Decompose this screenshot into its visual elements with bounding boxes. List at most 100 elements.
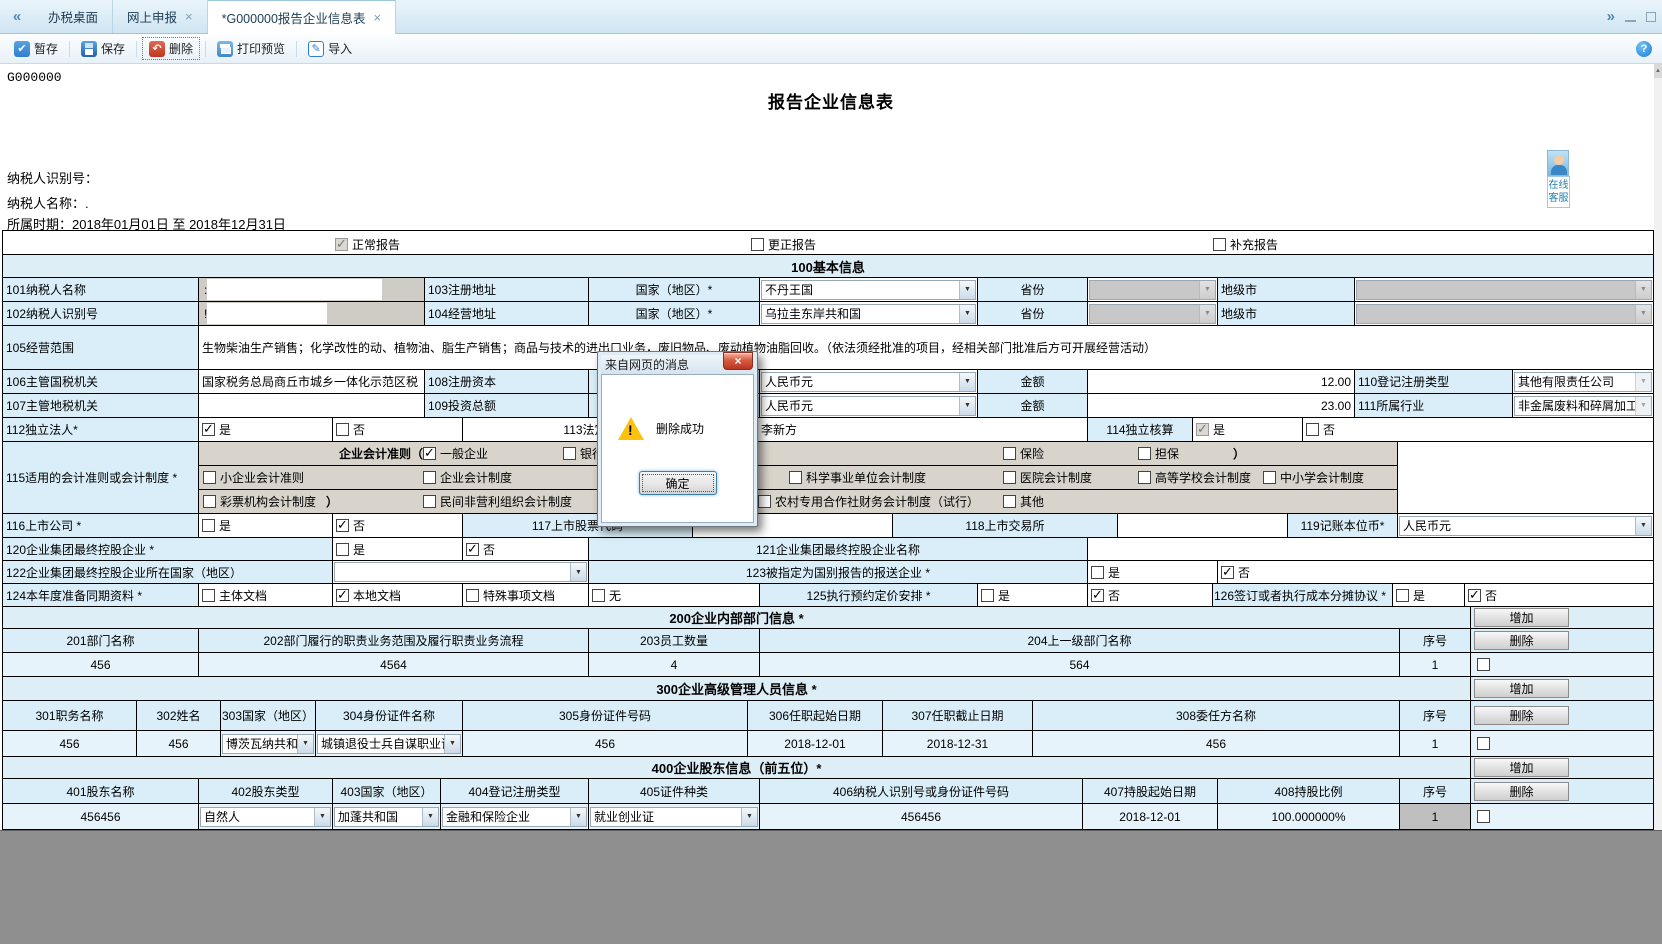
- dropdown-arrow-icon[interactable]: ▼: [959, 373, 975, 391]
- delete-rows-button[interactable]: 删除: [1474, 782, 1569, 801]
- option-small-enterprise-standard[interactable]: 小企业会计准则: [199, 469, 423, 486]
- field-107-value[interactable]: [199, 394, 425, 417]
- dialog-close-icon[interactable]: ×: [723, 352, 753, 370]
- dropdown-arrow-icon[interactable]: ▼: [570, 808, 586, 826]
- option-guarantee[interactable]: 担保: [1138, 445, 1233, 462]
- dropdown-arrow-icon[interactable]: ▼: [959, 281, 975, 299]
- dropdown-arrow-icon[interactable]: ▼: [422, 808, 438, 826]
- cell-306[interactable]: 2018-12-01: [748, 731, 883, 756]
- add-row-button[interactable]: 增加: [1474, 679, 1569, 698]
- close-tab-icon[interactable]: ×: [373, 10, 381, 25]
- report-normal-option[interactable]: 正常报告: [335, 236, 400, 253]
- field-106-value[interactable]: 国家税务总局商丘市城乡一体化示范区税: [199, 370, 425, 393]
- tab-online-filing[interactable]: 网上申报×: [113, 0, 208, 33]
- field-114-no[interactable]: 否: [1303, 418, 1653, 441]
- import-button[interactable]: ✎导入: [302, 38, 358, 59]
- cell-308[interactable]: 456: [1033, 731, 1400, 756]
- minimize-icon[interactable]: [1625, 11, 1636, 22]
- tabs-scroll-right-icon[interactable]: »: [1607, 8, 1615, 25]
- cell-406[interactable]: 456456: [760, 804, 1083, 829]
- cell-408[interactable]: 100.000000%: [1218, 804, 1400, 829]
- cell-204[interactable]: 564: [760, 653, 1400, 676]
- dialog-ok-button[interactable]: 确定: [639, 471, 717, 495]
- country-select[interactable]: 乌拉圭东岸共和国▼: [761, 304, 976, 324]
- option-insurance[interactable]: 保险: [1003, 445, 1138, 462]
- field-120-no[interactable]: 否: [463, 538, 589, 560]
- dropdown-arrow-icon[interactable]: ▼: [741, 808, 757, 826]
- shareholder-type-select[interactable]: 自然人▼: [200, 807, 331, 827]
- option-none[interactable]: 无: [589, 584, 760, 606]
- dropdown-arrow-icon[interactable]: ▼: [1635, 517, 1651, 535]
- cell-201[interactable]: 456: [3, 653, 199, 676]
- option-special-file[interactable]: 特殊事项文档: [463, 584, 589, 606]
- cell-203[interactable]: 4: [589, 653, 760, 676]
- report-supplementary-option[interactable]: 补充报告: [1213, 236, 1278, 253]
- currency-select[interactable]: 人民币元▼: [761, 372, 976, 392]
- country-select[interactable]: 不丹王国▼: [761, 280, 976, 300]
- dialog-title-bar[interactable]: 来自网页的消息 ×: [601, 355, 754, 374]
- delete-button[interactable]: ↶删除: [142, 37, 200, 60]
- tab-tax-desktop[interactable]: 办税桌面: [34, 0, 113, 33]
- holding-country-select[interactable]: ▼: [334, 562, 587, 582]
- registration-type-select[interactable]: 金融和保险企业▼: [442, 807, 587, 827]
- field-112-no[interactable]: 否: [333, 418, 463, 441]
- field-121-input[interactable]: [1088, 538, 1653, 560]
- cell-401[interactable]: 456456: [3, 804, 199, 829]
- save-button[interactable]: 保存: [75, 38, 131, 59]
- option-university[interactable]: 高等学校会计制度: [1138, 469, 1263, 486]
- option-science-institution[interactable]: 科学事业单位会计制度: [789, 469, 1003, 486]
- print-preview-button[interactable]: 打印预览: [211, 38, 291, 59]
- field-114-yes[interactable]: 是: [1193, 418, 1303, 441]
- cell-301[interactable]: 456: [3, 731, 137, 756]
- option-local-file[interactable]: 本地文档: [333, 584, 463, 606]
- field-112-yes[interactable]: 是: [199, 418, 333, 441]
- field-105-value[interactable]: 生物柴油生产销售；化学改性的动、植物油、脂生产销售；商品与技术的进出口业务，废旧…: [199, 326, 1653, 369]
- delete-rows-button[interactable]: 删除: [1474, 631, 1569, 650]
- cell-305[interactable]: 456: [463, 731, 748, 756]
- field-125-yes[interactable]: 是: [978, 584, 1088, 606]
- tabs-scroll-left-icon[interactable]: «: [0, 0, 34, 33]
- option-lottery[interactable]: 彩票机构会计制度）: [199, 493, 423, 510]
- field-109-amount[interactable]: 23.00: [1088, 394, 1355, 417]
- delete-rows-button[interactable]: 删除: [1474, 706, 1569, 725]
- field-126-no[interactable]: 否: [1465, 584, 1653, 606]
- scroll-up-icon[interactable]: ▲: [1654, 64, 1662, 78]
- option-other[interactable]: 其他: [1003, 493, 1103, 510]
- cell-202[interactable]: 4564: [199, 653, 589, 676]
- field-123-no[interactable]: 否: [1218, 561, 1653, 583]
- dropdown-arrow-icon[interactable]: ▼: [959, 397, 975, 415]
- option-school[interactable]: 中小学会计制度: [1263, 469, 1398, 486]
- dropdown-arrow-icon[interactable]: ▼: [570, 563, 586, 581]
- option-hospital[interactable]: 医院会计制度: [1003, 469, 1138, 486]
- row-select-checkbox[interactable]: [1477, 658, 1490, 671]
- country-select[interactable]: 加蓬共和国▼: [334, 807, 439, 827]
- field-123-yes[interactable]: 是: [1088, 561, 1218, 583]
- report-corrected-option[interactable]: 更正报告: [751, 236, 816, 253]
- industry-select[interactable]: 非金属废料和碎屑加工处理▼: [1514, 396, 1652, 416]
- cell-302[interactable]: 456: [137, 731, 221, 756]
- base-currency-select[interactable]: 人民币元▼: [1399, 516, 1652, 536]
- field-101-input[interactable]: :: [199, 278, 425, 301]
- row-select-checkbox[interactable]: [1477, 810, 1490, 823]
- dropdown-arrow-icon[interactable]: ▼: [1635, 373, 1651, 391]
- dropdown-arrow-icon[interactable]: ▼: [444, 735, 460, 753]
- field-116-no[interactable]: 否: [333, 514, 463, 537]
- add-row-button[interactable]: 增加: [1474, 758, 1569, 777]
- id-doc-select[interactable]: 城镇退役士兵自谋职业证▼: [317, 734, 461, 754]
- close-tab-icon[interactable]: ×: [185, 9, 193, 24]
- field-126-yes[interactable]: 是: [1393, 584, 1465, 606]
- help-icon[interactable]: ?: [1636, 41, 1652, 57]
- option-general-enterprise[interactable]: 一般企业: [423, 445, 563, 462]
- vertical-scrollbar[interactable]: ▲: [1654, 64, 1662, 830]
- cell-307[interactable]: 2018-12-31: [883, 731, 1033, 756]
- row-select-checkbox[interactable]: [1477, 737, 1490, 750]
- currency-select[interactable]: 人民币元▼: [761, 396, 976, 416]
- temp-save-button[interactable]: ✔暂存: [8, 38, 64, 59]
- online-service-widget[interactable]: 在线 客服: [1547, 150, 1570, 208]
- option-enterprise-system[interactable]: 企业会计制度: [423, 469, 593, 486]
- dropdown-arrow-icon[interactable]: ▼: [1635, 397, 1651, 415]
- add-row-button[interactable]: 增加: [1474, 608, 1569, 627]
- field-118-input[interactable]: [1118, 514, 1288, 537]
- option-master-file[interactable]: 主体文档: [199, 584, 333, 606]
- field-120-yes[interactable]: 是: [333, 538, 463, 560]
